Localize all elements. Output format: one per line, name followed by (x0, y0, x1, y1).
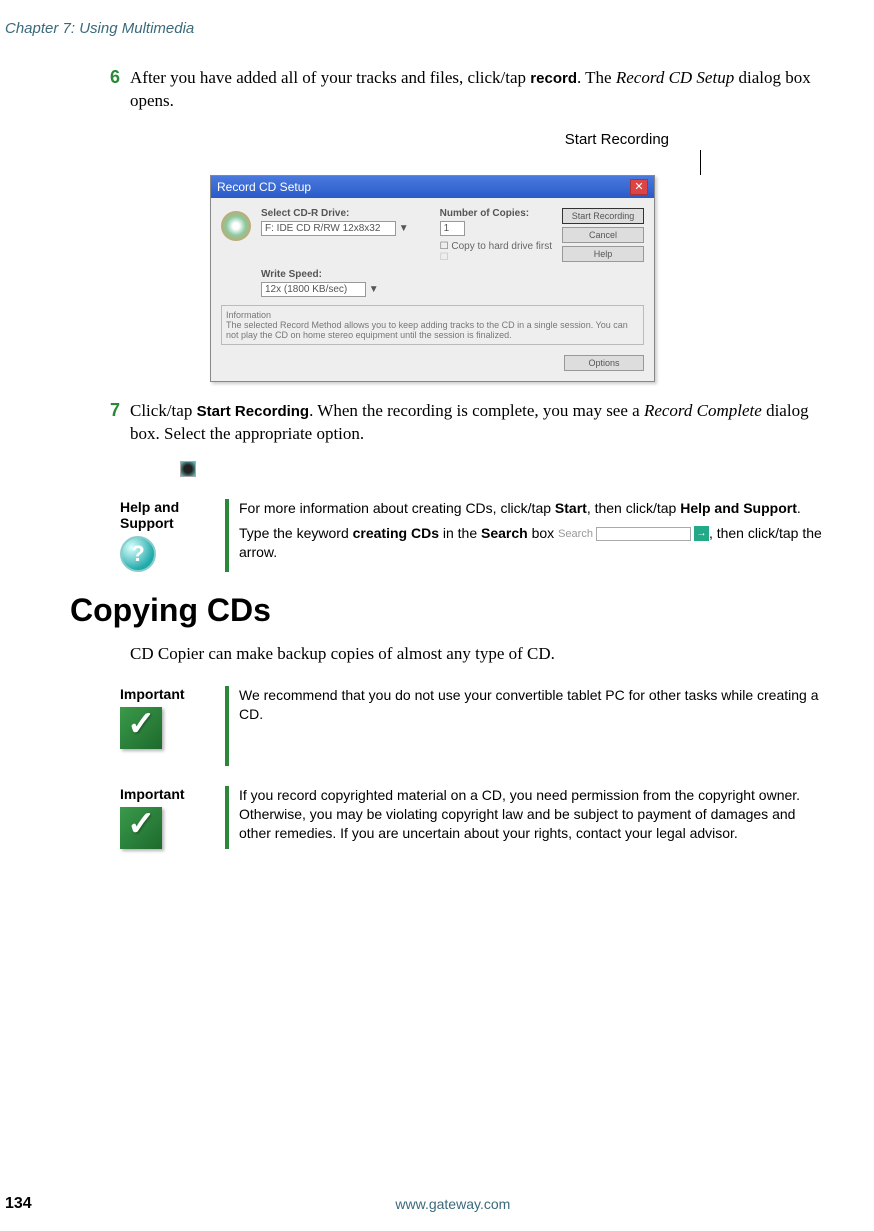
step-6: 6 After you have added all of your track… (130, 67, 824, 113)
dialog-title-text: Record CD Setup (217, 180, 311, 194)
page-footer: 134 www.gateway.com (0, 1195, 874, 1213)
important-block-2: Important If you record copyrighted mate… (120, 786, 824, 849)
help-l1-post: . (797, 500, 801, 516)
help-l1-pre: For more information about creating CDs,… (239, 500, 555, 516)
checkbox-copy-hd[interactable]: ☐ (440, 241, 449, 252)
checkmark-icon (120, 807, 162, 849)
step6-mid: . The (577, 68, 616, 87)
help-l1-b2: Help and Support (680, 500, 797, 516)
help-label: Help and Support (120, 499, 225, 531)
help-l2-post1: box (528, 525, 558, 541)
speed-select[interactable]: 12x (1800 KB/sec) (261, 282, 366, 297)
dialog-titlebar: Record CD Setup ✕ (211, 176, 654, 198)
step6-bold: record (530, 70, 577, 87)
important-label-2: Important (120, 786, 225, 802)
chk1-label: Copy to hard drive first (451, 241, 552, 252)
arrow-icon[interactable]: → (694, 526, 709, 541)
help-l2-b1: creating CDs (353, 525, 439, 541)
help-l2-b2: Search (481, 525, 528, 541)
search-label: Search (558, 527, 593, 542)
question-icon: ? (120, 536, 156, 572)
drive-label: Select CD-R Drive: (261, 208, 420, 219)
step-7: 7 Click/tap Start Recording. When the re… (130, 400, 824, 446)
close-icon[interactable]: ✕ (630, 179, 648, 195)
help-l2-pre: Type the keyword (239, 525, 353, 541)
help-l1-b1: Start (555, 500, 587, 516)
section-heading: Copying CDs (70, 592, 844, 629)
step-number: 6 (110, 67, 120, 88)
speed-label: Write Speed: (261, 269, 552, 280)
page-number: 134 (5, 1195, 32, 1213)
chapter-header: Chapter 7: Using Multimedia (5, 20, 844, 37)
options-button[interactable]: Options (564, 355, 644, 371)
cd-icon (221, 211, 251, 241)
checkmark-icon (120, 707, 162, 749)
important-text-1: We recommend that you do not use your co… (239, 686, 824, 766)
step7-italic: Record Complete (644, 401, 762, 420)
info-label: Information (226, 310, 639, 320)
important-label-1: Important (120, 686, 225, 702)
cancel-button[interactable]: Cancel (562, 227, 644, 243)
step-number-7: 7 (110, 400, 120, 421)
end-of-procedure-icon (180, 461, 196, 477)
step6-italic: Record CD Setup (616, 68, 734, 87)
help-button[interactable]: Help (562, 246, 644, 262)
step7-bold: Start Recording (197, 403, 310, 420)
search-input[interactable] (596, 527, 691, 541)
footer-url: www.gateway.com (32, 1196, 874, 1212)
step7-mid: . When the recording is complete, you ma… (309, 401, 644, 420)
copies-input[interactable]: 1 (440, 221, 465, 236)
green-bar (225, 499, 229, 572)
callout-line (700, 150, 701, 175)
step6-text: After you have added all of your tracks … (130, 68, 530, 87)
drive-select[interactable]: F: IDE CD R/RW 12x8x32 (261, 221, 396, 236)
help-l1-mid: , then click/tap (587, 500, 680, 516)
important-text-2: If you record copyrighted material on a … (239, 786, 824, 849)
step7-pre: Click/tap (130, 401, 197, 420)
help-l2-mid: in the (439, 525, 481, 541)
callout-label: Start Recording (130, 131, 669, 148)
help-support-block: Help and Support ? For more information … (120, 499, 824, 572)
record-cd-dialog: Record CD Setup ✕ Select CD-R Drive: F: … (210, 175, 655, 382)
green-bar (225, 686, 229, 766)
checkbox-disabled: ☐ (440, 252, 449, 263)
important-block-1: Important We recommend that you do not u… (120, 686, 824, 766)
section-intro: CD Copier can make backup copies of almo… (130, 644, 824, 664)
search-mockup: Search → (558, 526, 709, 541)
start-recording-button[interactable]: Start Recording (562, 208, 644, 224)
copies-label: Number of Copies: (440, 208, 552, 219)
green-bar (225, 786, 229, 849)
info-text: The selected Record Method allows you to… (226, 320, 639, 340)
